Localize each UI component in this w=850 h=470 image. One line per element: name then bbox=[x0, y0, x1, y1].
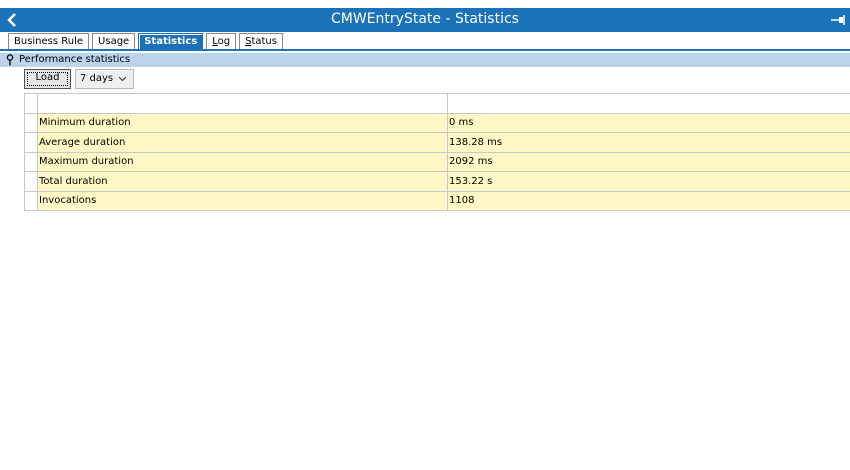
column-header-name[interactable] bbox=[37, 93, 448, 114]
chevron-down-icon bbox=[118, 76, 127, 82]
load-button-label: Load bbox=[35, 72, 60, 83]
section-title: Performance statistics bbox=[19, 54, 131, 65]
tab-status[interactable]: Status bbox=[239, 33, 283, 49]
pin-icon[interactable] bbox=[5, 54, 15, 66]
period-select-value: 7 days bbox=[80, 73, 114, 84]
row-header-cell[interactable] bbox=[24, 112, 38, 133]
pin-right-icon[interactable] bbox=[830, 12, 846, 28]
stat-label[interactable]: Minimum duration bbox=[37, 112, 448, 133]
table-row[interactable]: Minimum duration 0 ms bbox=[24, 112, 850, 133]
row-header-cell[interactable] bbox=[24, 93, 38, 114]
stat-value[interactable]: 138.28 ms bbox=[447, 132, 850, 153]
stat-value[interactable]: 2092 ms bbox=[447, 151, 850, 172]
stat-value[interactable]: 153.22 s bbox=[447, 171, 850, 192]
tab-underline bbox=[0, 49, 850, 51]
tab-log-rest: og bbox=[217, 36, 231, 47]
table-row[interactable]: Total duration 153.22 s bbox=[24, 171, 850, 192]
row-header-cell[interactable] bbox=[24, 171, 38, 192]
tab-strip: Business Rule Usage Statistics Log Statu… bbox=[8, 33, 283, 49]
tab-status-rest: tatus bbox=[251, 36, 277, 47]
column-header-value[interactable] bbox=[447, 93, 850, 114]
title-bar: CMWEntryState - Statistics bbox=[0, 8, 850, 32]
table-row[interactable]: Maximum duration 2092 ms bbox=[24, 151, 850, 172]
stat-label[interactable]: Average duration bbox=[37, 132, 448, 153]
statistics-grid: Minimum duration 0 ms Average duration 1… bbox=[24, 93, 850, 211]
tab-business-rule[interactable]: Business Rule bbox=[8, 33, 90, 49]
grid-header-row bbox=[24, 93, 850, 114]
table-row[interactable]: Invocations 1108 bbox=[24, 190, 850, 211]
stat-label[interactable]: Invocations bbox=[37, 190, 448, 211]
stat-label[interactable]: Total duration bbox=[37, 171, 448, 192]
tab-statistics[interactable]: Statistics bbox=[138, 33, 204, 49]
table-row[interactable]: Average duration 138.28 ms bbox=[24, 132, 850, 153]
period-select[interactable]: 7 days bbox=[75, 69, 134, 89]
section-header[interactable]: Performance statistics bbox=[0, 53, 850, 67]
window-title: CMWEntryState - Statistics bbox=[331, 11, 519, 27]
row-header-cell[interactable] bbox=[24, 151, 38, 172]
tab-log[interactable]: Log bbox=[206, 33, 237, 49]
stat-value[interactable]: 1108 bbox=[447, 190, 850, 211]
stat-label[interactable]: Maximum duration bbox=[37, 151, 448, 172]
stat-value[interactable]: 0 ms bbox=[447, 112, 850, 133]
row-header-cell[interactable] bbox=[24, 190, 38, 211]
tab-usage[interactable]: Usage bbox=[92, 33, 136, 49]
row-header-cell[interactable] bbox=[24, 132, 38, 153]
load-button[interactable]: Load bbox=[24, 69, 71, 89]
